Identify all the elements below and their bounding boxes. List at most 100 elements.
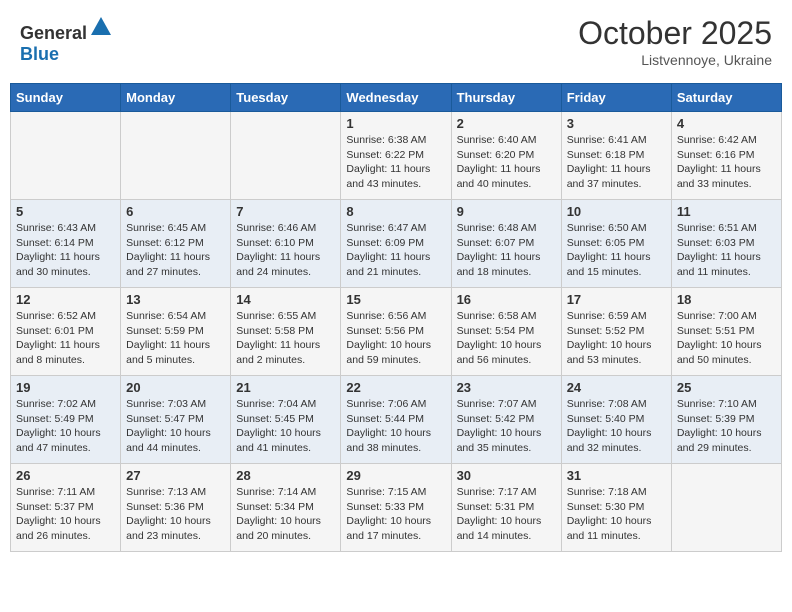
calendar-table: SundayMondayTuesdayWednesdayThursdayFrid… bbox=[10, 83, 782, 552]
day-info: Sunrise: 7:10 AM Sunset: 5:39 PM Dayligh… bbox=[677, 397, 776, 456]
calendar-week-row: 19 Sunrise: 7:02 AM Sunset: 5:49 PM Dayli… bbox=[11, 376, 782, 464]
calendar-cell: 22Sunrise: 7:06 AM Sunset: 5:44 PM Dayli… bbox=[341, 376, 451, 464]
day-number: 8 bbox=[346, 204, 445, 219]
calendar-cell: 19 Sunrise: 7:02 AM Sunset: 5:49 PM Dayli… bbox=[11, 376, 121, 464]
logo-icon bbox=[89, 15, 113, 39]
day-number: 30 bbox=[457, 468, 556, 483]
day-info: Sunrise: 6:42 AM Sunset: 6:16 PM Dayligh… bbox=[677, 133, 776, 192]
day-number: 28 bbox=[236, 468, 335, 483]
column-header-thursday: Thursday bbox=[451, 84, 561, 112]
day-number: 11 bbox=[677, 204, 776, 219]
day-info: Sunrise: 7:04 AM Sunset: 5:45 PM Dayligh… bbox=[236, 397, 335, 456]
calendar-cell: 31 Sunrise: 7:18 AM Sunset: 5:30 PM Dayli… bbox=[561, 464, 671, 552]
page-header: General Blue October 2025 Listvennoye, U… bbox=[10, 10, 782, 73]
day-info: Sunrise: 6:45 AM Sunset: 6:12 PM Dayligh… bbox=[126, 221, 225, 280]
calendar-week-row: 5 Sunrise: 6:43 AM Sunset: 6:14 PM Daylig… bbox=[11, 200, 782, 288]
calendar-cell: 18 Sunrise: 7:00 AM Sunset: 5:51 PM Dayli… bbox=[671, 288, 781, 376]
day-number: 20 bbox=[126, 380, 225, 395]
column-header-tuesday: Tuesday bbox=[231, 84, 341, 112]
logo-text: General Blue bbox=[20, 15, 113, 65]
day-number: 19 bbox=[16, 380, 115, 395]
day-number: 4 bbox=[677, 116, 776, 131]
day-number: 12 bbox=[16, 292, 115, 307]
day-info: Sunrise: 7:02 AM Sunset: 5:49 PM Dayligh… bbox=[16, 397, 115, 456]
day-info: Sunrise: 6:46 AM Sunset: 6:10 PM Dayligh… bbox=[236, 221, 335, 280]
calendar-week-row: 26Sunrise: 7:11 AM Sunset: 5:37 PM Dayli… bbox=[11, 464, 782, 552]
calendar-cell: 8 Sunrise: 6:47 AM Sunset: 6:09 PM Daylig… bbox=[341, 200, 451, 288]
day-info: Sunrise: 7:07 AM Sunset: 5:42 PM Dayligh… bbox=[457, 397, 556, 456]
day-info: Sunrise: 6:38 AM Sunset: 6:22 PM Dayligh… bbox=[346, 133, 445, 192]
day-number: 14 bbox=[236, 292, 335, 307]
calendar-cell: 1 Sunrise: 6:38 AM Sunset: 6:22 PM Daylig… bbox=[341, 112, 451, 200]
day-info: Sunrise: 7:08 AM Sunset: 5:40 PM Dayligh… bbox=[567, 397, 666, 456]
logo: General Blue bbox=[20, 15, 113, 65]
day-info: Sunrise: 7:15 AM Sunset: 5:33 PM Dayligh… bbox=[346, 485, 445, 544]
calendar-cell: 29 Sunrise: 7:15 AM Sunset: 5:33 PM Dayli… bbox=[341, 464, 451, 552]
day-number: 13 bbox=[126, 292, 225, 307]
logo-blue: Blue bbox=[20, 44, 59, 64]
calendar-cell: 23 Sunrise: 7:07 AM Sunset: 5:42 PM Dayli… bbox=[451, 376, 561, 464]
day-number: 7 bbox=[236, 204, 335, 219]
calendar-cell: 26Sunrise: 7:11 AM Sunset: 5:37 PM Dayli… bbox=[11, 464, 121, 552]
calendar-cell: 15 Sunrise: 6:56 AM Sunset: 5:56 PM Dayli… bbox=[341, 288, 451, 376]
calendar-cell: 25 Sunrise: 7:10 AM Sunset: 5:39 PM Dayli… bbox=[671, 376, 781, 464]
calendar-cell bbox=[671, 464, 781, 552]
day-number: 5 bbox=[16, 204, 115, 219]
day-info: Sunrise: 7:13 AM Sunset: 5:36 PM Dayligh… bbox=[126, 485, 225, 544]
location-subtitle: Listvennoye, Ukraine bbox=[578, 52, 772, 68]
calendar-cell: 14 Sunrise: 6:55 AM Sunset: 5:58 PM Dayli… bbox=[231, 288, 341, 376]
calendar-cell: 27 Sunrise: 7:13 AM Sunset: 5:36 PM Dayli… bbox=[121, 464, 231, 552]
day-number: 3 bbox=[567, 116, 666, 131]
day-info: Sunrise: 6:56 AM Sunset: 5:56 PM Dayligh… bbox=[346, 309, 445, 368]
calendar-cell bbox=[231, 112, 341, 200]
day-info: Sunrise: 6:52 AM Sunset: 6:01 PM Dayligh… bbox=[16, 309, 115, 368]
calendar-cell bbox=[11, 112, 121, 200]
day-info: Sunrise: 7:00 AM Sunset: 5:51 PM Dayligh… bbox=[677, 309, 776, 368]
calendar-week-row: 12 Sunrise: 6:52 AM Sunset: 6:01 PM Dayli… bbox=[11, 288, 782, 376]
day-number: 16 bbox=[457, 292, 556, 307]
day-number: 25 bbox=[677, 380, 776, 395]
day-info: Sunrise: 6:47 AM Sunset: 6:09 PM Dayligh… bbox=[346, 221, 445, 280]
day-number: 22 bbox=[346, 380, 445, 395]
calendar-cell: 21 Sunrise: 7:04 AM Sunset: 5:45 PM Dayli… bbox=[231, 376, 341, 464]
column-header-sunday: Sunday bbox=[11, 84, 121, 112]
day-info: Sunrise: 7:03 AM Sunset: 5:47 PM Dayligh… bbox=[126, 397, 225, 456]
day-number: 27 bbox=[126, 468, 225, 483]
day-info: Sunrise: 6:55 AM Sunset: 5:58 PM Dayligh… bbox=[236, 309, 335, 368]
calendar-cell: 3Sunrise: 6:41 AM Sunset: 6:18 PM Daylig… bbox=[561, 112, 671, 200]
calendar-header-row: SundayMondayTuesdayWednesdayThursdayFrid… bbox=[11, 84, 782, 112]
day-number: 24 bbox=[567, 380, 666, 395]
day-number: 15 bbox=[346, 292, 445, 307]
calendar-cell: 24 Sunrise: 7:08 AM Sunset: 5:40 PM Dayli… bbox=[561, 376, 671, 464]
day-info: Sunrise: 6:54 AM Sunset: 5:59 PM Dayligh… bbox=[126, 309, 225, 368]
day-info: Sunrise: 6:43 AM Sunset: 6:14 PM Dayligh… bbox=[16, 221, 115, 280]
calendar-cell: 9Sunrise: 6:48 AM Sunset: 6:07 PM Daylig… bbox=[451, 200, 561, 288]
month-title: October 2025 bbox=[578, 15, 772, 52]
column-header-saturday: Saturday bbox=[671, 84, 781, 112]
day-info: Sunrise: 6:48 AM Sunset: 6:07 PM Dayligh… bbox=[457, 221, 556, 280]
calendar-cell: 11Sunrise: 6:51 AM Sunset: 6:03 PM Dayli… bbox=[671, 200, 781, 288]
day-number: 21 bbox=[236, 380, 335, 395]
calendar-cell: 5 Sunrise: 6:43 AM Sunset: 6:14 PM Daylig… bbox=[11, 200, 121, 288]
calendar-cell: 28Sunrise: 7:14 AM Sunset: 5:34 PM Dayli… bbox=[231, 464, 341, 552]
day-info: Sunrise: 6:58 AM Sunset: 5:54 PM Dayligh… bbox=[457, 309, 556, 368]
calendar-cell: 30 Sunrise: 7:17 AM Sunset: 5:31 PM Dayli… bbox=[451, 464, 561, 552]
day-info: Sunrise: 7:17 AM Sunset: 5:31 PM Dayligh… bbox=[457, 485, 556, 544]
day-number: 26 bbox=[16, 468, 115, 483]
day-number: 1 bbox=[346, 116, 445, 131]
day-number: 29 bbox=[346, 468, 445, 483]
day-number: 6 bbox=[126, 204, 225, 219]
day-number: 31 bbox=[567, 468, 666, 483]
day-number: 18 bbox=[677, 292, 776, 307]
day-number: 2 bbox=[457, 116, 556, 131]
calendar-week-row: 1 Sunrise: 6:38 AM Sunset: 6:22 PM Daylig… bbox=[11, 112, 782, 200]
day-info: Sunrise: 7:18 AM Sunset: 5:30 PM Dayligh… bbox=[567, 485, 666, 544]
calendar-cell: 2Sunrise: 6:40 AM Sunset: 6:20 PM Daylig… bbox=[451, 112, 561, 200]
calendar-cell: 16 Sunrise: 6:58 AM Sunset: 5:54 PM Dayli… bbox=[451, 288, 561, 376]
calendar-cell: 17 Sunrise: 6:59 AM Sunset: 5:52 PM Dayli… bbox=[561, 288, 671, 376]
day-info: Sunrise: 6:59 AM Sunset: 5:52 PM Dayligh… bbox=[567, 309, 666, 368]
title-area: October 2025 Listvennoye, Ukraine bbox=[578, 15, 772, 68]
day-number: 23 bbox=[457, 380, 556, 395]
calendar-cell bbox=[121, 112, 231, 200]
day-number: 17 bbox=[567, 292, 666, 307]
